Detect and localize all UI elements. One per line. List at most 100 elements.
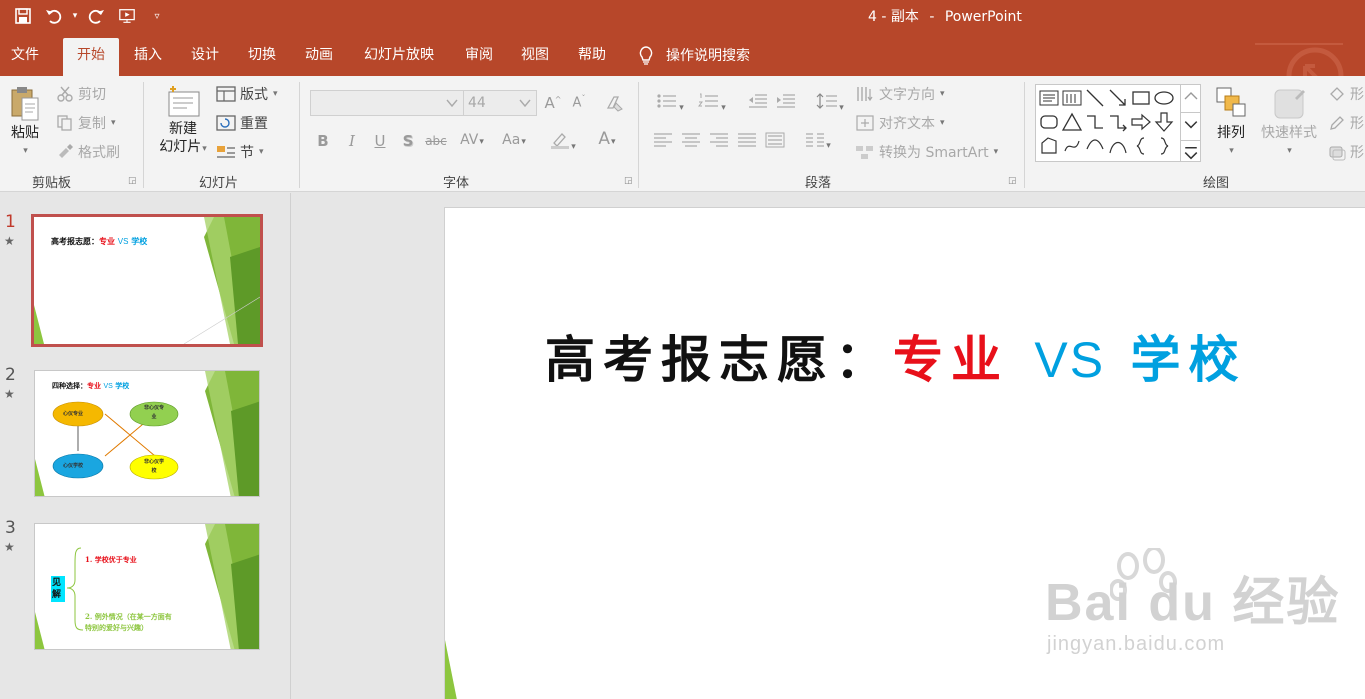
tell-me-search[interactable]: 操作说明搜索	[638, 38, 750, 72]
copy-dropdown-icon[interactable]: ▾	[111, 118, 116, 128]
font-launcher-icon[interactable]: ◲	[624, 176, 633, 186]
character-spacing-button[interactable]: AV▾	[455, 132, 489, 148]
clipboard-launcher-icon[interactable]: ◲	[128, 176, 137, 186]
justify-icon[interactable]	[736, 132, 758, 152]
tab-review[interactable]: 审阅	[455, 38, 503, 76]
scribble-shape-icon[interactable]	[1061, 135, 1083, 157]
italic-button[interactable]: I	[343, 132, 361, 150]
chevron-up-icon[interactable]	[1181, 84, 1201, 108]
tab-help[interactable]: 帮助	[568, 38, 616, 76]
curve-shape-icon[interactable]	[1084, 135, 1106, 157]
vertical-text-box-shape-icon[interactable]	[1061, 87, 1083, 109]
text-box-shape-icon[interactable]	[1038, 87, 1060, 109]
slide-title[interactable]: 高考报志愿：专业 VS 学校	[545, 320, 1247, 392]
smartart-dropdown-icon: ▾	[993, 147, 999, 157]
line-spacing-button[interactable]: ▾	[812, 92, 848, 114]
tab-transitions[interactable]: 切换	[238, 38, 286, 76]
chevron-down-icon[interactable]	[1181, 112, 1201, 136]
tab-view[interactable]: 视图	[511, 38, 559, 76]
label-box-text: 见解	[52, 578, 62, 600]
font-name-combobox[interactable]	[310, 90, 464, 116]
arrange-button[interactable]: 排列 ▾	[1210, 84, 1252, 160]
smartart-label: 转换为 SmartArt	[879, 145, 989, 161]
change-case-button[interactable]: Aa▾	[497, 132, 531, 148]
clear-formatting-icon[interactable]	[604, 94, 626, 116]
format-painter-button[interactable]: 格式刷	[56, 142, 120, 162]
shape-effects-button[interactable]: 形	[1328, 142, 1364, 162]
paste-dropdown-icon[interactable]: ▾	[23, 142, 28, 160]
shape-fill-button[interactable]: 形	[1328, 84, 1364, 104]
paragraph-launcher-icon[interactable]: ◲	[1008, 176, 1017, 186]
left-brace-shape-icon[interactable]	[1130, 135, 1152, 157]
undo-icon[interactable]	[40, 4, 66, 28]
redo-icon[interactable]	[84, 4, 110, 28]
shapes-gallery-scroll[interactable]	[1180, 84, 1202, 166]
shadow-button[interactable]: S	[399, 132, 417, 150]
distributed-icon[interactable]	[764, 132, 786, 152]
grow-font-button[interactable]: A^	[544, 94, 562, 112]
rectangle-shape-icon[interactable]	[1130, 87, 1152, 109]
arc-shape-icon[interactable]	[1107, 135, 1129, 157]
arrange-dropdown-icon: ▾	[1229, 146, 1234, 156]
slide-thumbnail-3[interactable]: 见解 1. 学校优于专业 2. 例外情况（在某一方面有 特别的爱好与兴趣）	[34, 523, 260, 650]
tab-insert[interactable]: 插入	[124, 38, 172, 76]
section-button[interactable]: 节 ▾	[216, 142, 264, 162]
new-slide-label-2: 幻灯片	[159, 139, 202, 155]
align-text-button[interactable]: 对齐文本 ▾	[855, 113, 945, 133]
align-center-icon[interactable]	[680, 132, 702, 152]
align-left-icon[interactable]	[652, 132, 674, 152]
oval-shape-icon[interactable]	[1153, 87, 1175, 109]
new-slide-dropdown-icon[interactable]: ▾	[202, 144, 207, 154]
customize-qat-icon[interactable]: ▿	[144, 4, 170, 28]
shapes-gallery[interactable]	[1035, 84, 1201, 162]
elbow-connector-shape-icon[interactable]	[1084, 111, 1106, 133]
copy-button[interactable]: 复制 ▾	[56, 113, 116, 133]
strikethrough-button[interactable]: abc	[424, 134, 448, 148]
copy-icon	[57, 115, 72, 131]
chevron-down-icon	[446, 99, 458, 108]
down-arrow-shape-icon[interactable]	[1153, 111, 1175, 133]
reset-button[interactable]: 重置	[216, 113, 268, 133]
line-shape-icon[interactable]	[1084, 87, 1106, 109]
highlight-button[interactable]: ▾	[546, 131, 580, 153]
shape-outline-button[interactable]: 形	[1328, 113, 1364, 133]
save-icon[interactable]	[10, 4, 36, 28]
quick-styles-button[interactable]: 快速样式 ▾	[1256, 84, 1322, 160]
slide-thumbnail-2[interactable]: 四种选择：专业 VS 学校 心仪专业 非心仪专业 心仪学校 非心仪学校	[34, 370, 260, 497]
right-brace-shape-icon[interactable]	[1153, 135, 1175, 157]
align-right-icon[interactable]	[708, 132, 730, 152]
shrink-font-button[interactable]: Aˇ	[570, 94, 588, 110]
layout-button[interactable]: 版式 ▾	[216, 84, 278, 104]
title-bar: ▾ ▿ 4 - 副本 - PowerPoint	[0, 0, 1365, 32]
elbow-arrow-shape-icon[interactable]	[1107, 111, 1129, 133]
more-shapes-icon[interactable]	[1181, 140, 1201, 166]
undo-dropdown-icon[interactable]: ▾	[70, 4, 80, 28]
triangle-shape-icon[interactable]	[1061, 111, 1083, 133]
slide-thumbnails-pane[interactable]: 1 ★ 高考报志愿：专业 VS 学校 2 ★ 四种选择：专业 VS 学校 心仪专…	[0, 193, 291, 699]
font-size-combobox[interactable]: 44	[463, 90, 537, 116]
paste-button[interactable]: 粘贴 ▾	[6, 84, 44, 160]
new-slide-button[interactable]: 新建 幻灯片▾	[152, 84, 214, 158]
tab-design[interactable]: 设计	[181, 38, 229, 76]
arrow-line-shape-icon[interactable]	[1107, 87, 1129, 109]
slide-thumbnail-1[interactable]: 高考报志愿：专业 VS 学校	[31, 214, 263, 347]
underline-button[interactable]: U	[371, 132, 389, 150]
tab-animations[interactable]: 动画	[295, 38, 343, 76]
cut-button[interactable]: 剪切	[56, 84, 106, 104]
slideshow-from-start-icon[interactable]	[114, 4, 140, 28]
tab-home[interactable]: 开始	[63, 38, 119, 76]
bullets-button[interactable]: ▾	[652, 92, 688, 114]
decrease-indent-icon[interactable]	[747, 92, 769, 114]
text-direction-button[interactable]: 文字方向 ▾	[855, 84, 945, 104]
right-arrow-shape-icon[interactable]	[1130, 111, 1152, 133]
freeform-shape-icon[interactable]	[1038, 135, 1060, 157]
increase-indent-icon[interactable]	[775, 92, 797, 114]
rounded-rectangle-shape-icon[interactable]	[1038, 111, 1060, 133]
columns-button[interactable]: ▾	[800, 132, 836, 152]
convert-smartart-button[interactable]: 转换为 SmartArt ▾	[855, 142, 998, 162]
numbering-button[interactable]: ▾	[694, 92, 730, 114]
tab-file[interactable]: 文件	[0, 38, 50, 76]
font-color-button[interactable]: A▾	[590, 129, 624, 149]
tab-slideshow[interactable]: 幻灯片放映	[352, 38, 446, 76]
bold-button[interactable]: B	[314, 132, 332, 150]
